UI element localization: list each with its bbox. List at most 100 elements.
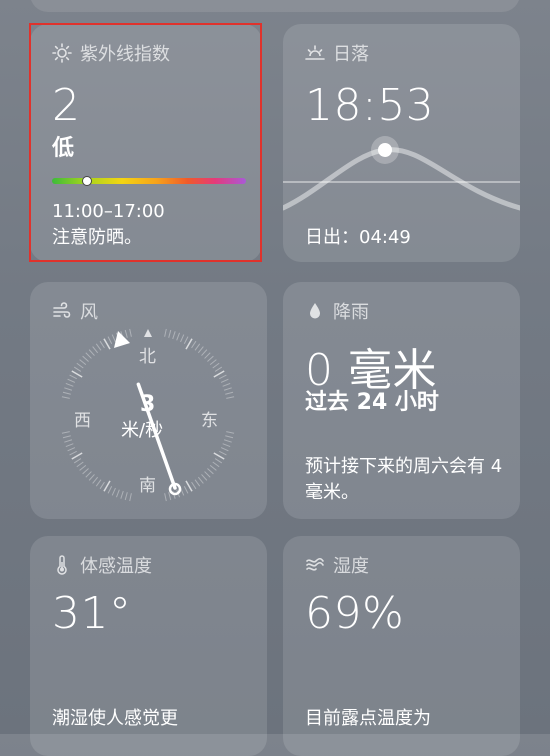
thermometer-icon [57, 555, 67, 575]
north-marker-icon [144, 329, 152, 337]
compass-tick [194, 343, 201, 351]
uv-value: 2 [52, 80, 81, 131]
compass-tick [168, 329, 172, 338]
compass-tick [220, 447, 229, 452]
compass-tick [88, 349, 95, 356]
compass-tick [95, 479, 102, 487]
rainfall-period: 过去 24 小时 [305, 390, 439, 415]
compass-tick [209, 359, 217, 366]
humidity-card[interactable]: 湿度 69% 目前露点温度为 [283, 536, 520, 756]
rainfall-card[interactable]: 降雨 0 毫米 过去 24 小时 预计接下来的周六会有 4 毫米。 [283, 282, 520, 519]
uv-advice: 注意防晒。 [52, 227, 142, 248]
compass-tick [197, 346, 204, 354]
compass-tick [129, 328, 132, 337]
rainfall-card-header: 降雨 [305, 298, 369, 324]
feels-like-card-title: 体感温度 [80, 556, 152, 577]
compass-tick [183, 336, 189, 344]
compass-tick [214, 458, 223, 464]
sun-icon [52, 43, 72, 63]
compass-tick [111, 334, 116, 343]
compass-tick [222, 382, 231, 387]
compass-tick [79, 359, 87, 366]
compass-tick [129, 493, 132, 502]
compass-tick [164, 328, 167, 337]
compass-tick [207, 355, 214, 362]
compass-tick [65, 443, 74, 448]
compass-tick [223, 439, 232, 443]
compass-tick [214, 366, 223, 372]
compass-tick [69, 450, 77, 456]
compass-south: 南 [139, 476, 156, 496]
humidity-note: 目前露点温度为 [305, 708, 431, 729]
compass-west: 西 [74, 411, 91, 431]
compass-tick [107, 336, 113, 344]
compass-tick [185, 338, 193, 350]
compass-tick [65, 382, 74, 387]
feels-like-card[interactable]: 体感温度 31° 潮湿使人感觉更 [30, 536, 267, 756]
sun-position-dot [378, 143, 392, 157]
compass-tick [212, 461, 220, 468]
compass-tick [95, 343, 102, 351]
wind-card[interactable]: 风 北 南 西 东 3 米/秒 [30, 282, 267, 519]
compass-tick [61, 431, 70, 434]
uv-level: 低 [52, 136, 75, 161]
compass-tick [225, 391, 234, 395]
compass-tick [201, 474, 208, 481]
compass-tick [103, 338, 111, 350]
uv-time-range: 11:00–17:00 [52, 201, 165, 222]
compass-tick [71, 370, 83, 378]
compass-tick [67, 378, 76, 383]
compass-tick [67, 447, 76, 452]
compass-tick [172, 331, 176, 340]
compass-tick [191, 340, 197, 349]
compass-tick [115, 489, 120, 498]
compass-tick [209, 464, 217, 471]
compass-tick [120, 490, 124, 499]
compass-tick [204, 352, 211, 359]
compass-tick [212, 362, 220, 369]
compass-tick [226, 431, 235, 434]
compass-tick [64, 387, 73, 391]
compass-tick [220, 378, 229, 383]
compass-tick [164, 493, 167, 502]
compass-tick [222, 443, 231, 448]
humidity-card-title: 湿度 [333, 556, 369, 577]
compass-tick [225, 435, 234, 439]
sunrise-row: 日出：04:49 [305, 225, 411, 251]
compass-tick [168, 492, 172, 501]
sun-path-curve [283, 147, 520, 211]
compass-tick [73, 366, 82, 372]
uv-card-header: 紫外线指数 [52, 40, 170, 66]
compass-tick [111, 487, 116, 496]
compass-tick [219, 374, 227, 380]
compass-east: 东 [201, 411, 218, 431]
compass-tick [219, 450, 227, 456]
uv-card-title: 紫外线指数 [80, 44, 170, 65]
compass-tick [76, 461, 84, 468]
compass-tick [223, 387, 232, 391]
sunset-card[interactable]: 日落 18:53 日出：04:49 [283, 24, 520, 262]
compass-tick [124, 329, 128, 338]
compass-tick [76, 362, 84, 369]
humidity-value: 69% [305, 588, 405, 639]
compass-tick [183, 486, 189, 494]
compass-tick [213, 452, 225, 460]
compass-tick [82, 355, 89, 362]
compass-tick [92, 346, 99, 354]
compass-tick [204, 471, 211, 478]
compass-tick [207, 468, 214, 475]
uv-scale-indicator [81, 176, 92, 186]
uv-scale-bar [52, 176, 246, 186]
feels-like-value: 31° [52, 588, 132, 639]
compass-tick [64, 439, 73, 443]
compass-tick [85, 352, 92, 359]
uv-index-card[interactable]: 紫外线指数 2 低 11:00–17:00 注意防晒。 [30, 24, 262, 262]
compass-tick [107, 486, 113, 494]
previous-card-bottom [30, 0, 520, 12]
compass-tick [103, 480, 111, 492]
feels-like-card-header: 体感温度 [52, 552, 152, 578]
compass-tick [191, 481, 197, 490]
humidity-card-header: 湿度 [305, 552, 369, 578]
compass-north: 北 [139, 347, 156, 367]
compass-tick [62, 391, 71, 395]
